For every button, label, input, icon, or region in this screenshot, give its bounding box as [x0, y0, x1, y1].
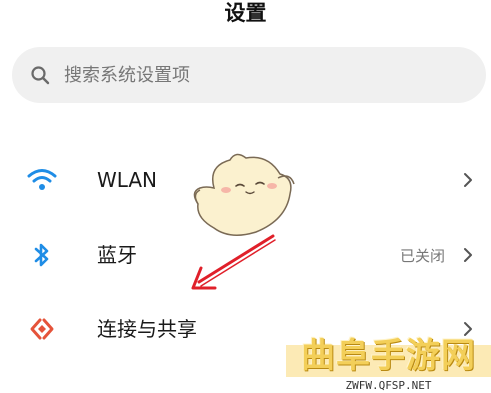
settings-item-label: WLAN — [97, 168, 158, 192]
settings-item-label: 蓝牙 — [97, 243, 137, 267]
watermark-url: ZWFW.QFSP.NET — [345, 379, 432, 392]
search-icon — [31, 66, 50, 85]
wifi-icon — [27, 169, 57, 190]
connection-share-icon — [30, 318, 54, 340]
bluetooth-icon — [34, 243, 49, 267]
search-bar[interactable] — [12, 47, 486, 103]
page-title: 设置 — [224, 1, 267, 25]
settings-item-label: 连接与共享 — [97, 317, 197, 341]
search-input[interactable] — [64, 63, 364, 87]
red-arrow-icon — [191, 234, 276, 290]
chevron-right-icon — [464, 248, 472, 262]
chevron-right-icon — [464, 173, 472, 187]
watermark: 曲阜手游网 ZWFW.QFSP.NET — [286, 333, 491, 393]
watermark-title: 曲阜手游网 — [301, 336, 476, 376]
settings-item-status: 已关闭 — [399, 247, 445, 265]
